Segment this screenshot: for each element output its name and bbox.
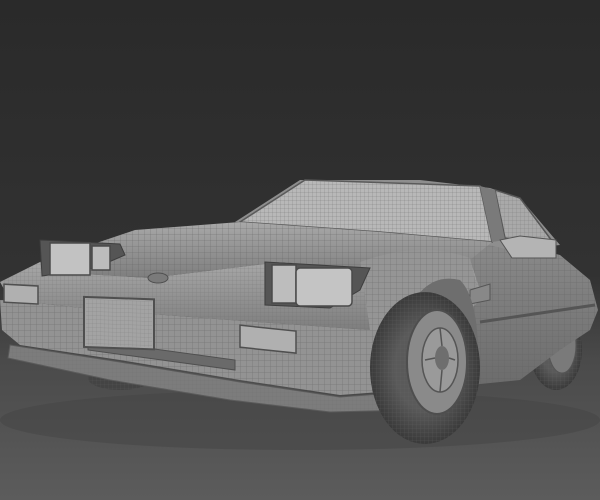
hood-emblem (147, 272, 169, 284)
render-canvas (0, 0, 600, 500)
left-indicator (3, 283, 39, 305)
front-right-wheel (370, 292, 480, 444)
3d-viewport (0, 0, 600, 500)
